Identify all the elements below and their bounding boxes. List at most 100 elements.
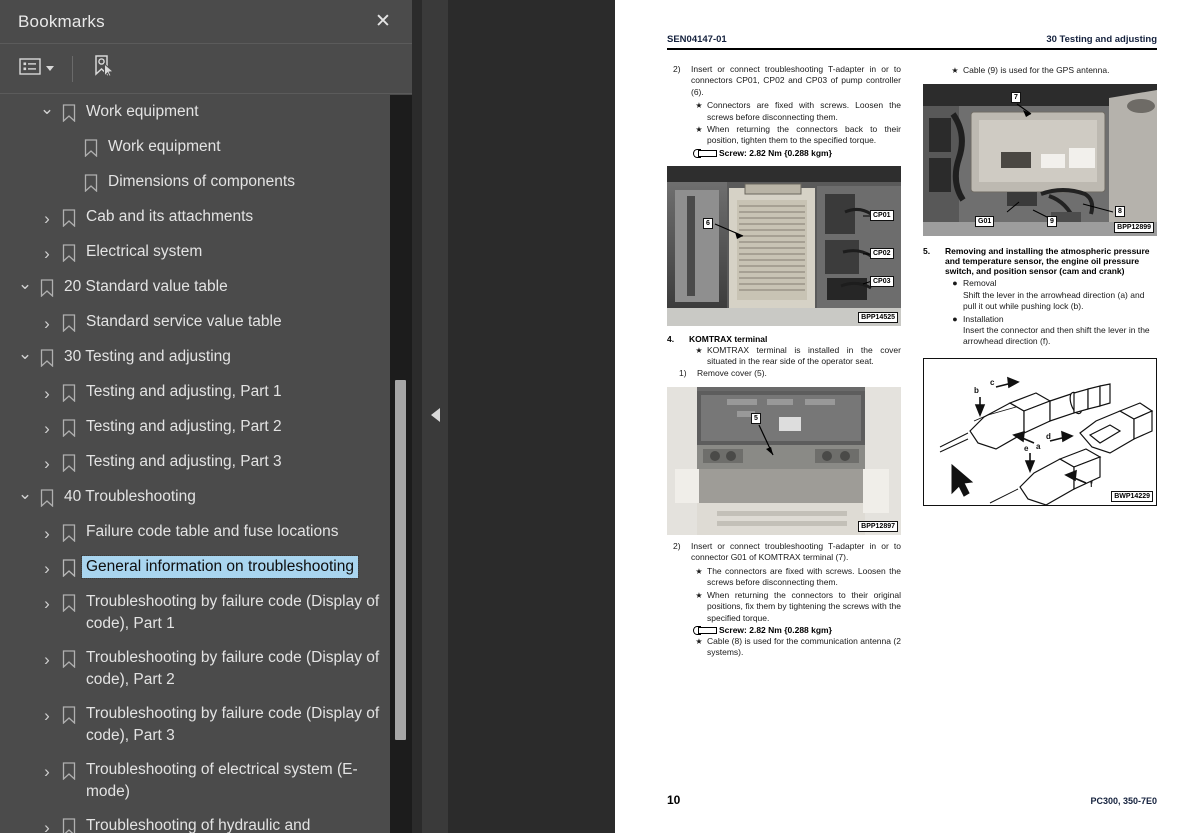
bookmark-icon [80,137,102,159]
bookmark-item[interactable]: › Troubleshooting by failure code (Displa… [0,641,390,697]
svg-text:a: a [1036,442,1041,451]
star-icon: ★ [951,66,959,75]
chevron-down-icon[interactable]: ⌄ [14,342,36,364]
figure-code: BPP12899 [1114,222,1154,234]
select-bookmark-button[interactable] [86,50,120,87]
bookmark-icon [80,172,102,194]
close-icon[interactable]: ✕ [370,9,396,35]
figure-komtrax-terminal: 7 8 9 G01 BPP12899 [923,84,1157,237]
bookmark-item[interactable]: › Testing and adjusting, Part 3 [0,445,390,480]
figure-connector-diagram: b c a e d f BWP14229 [923,357,1157,506]
bookmark-item[interactable]: Dimensions of components [0,165,390,200]
bookmark-item[interactable]: › Troubleshooting by failure code (Displa… [0,697,390,753]
bookmark-item[interactable]: › Testing and adjusting, Part 2 [0,410,390,445]
chevron-down-icon[interactable]: ⌄ [14,272,36,294]
bookmark-item[interactable]: ⌄ Work equipment [0,95,390,130]
installation-heading: Installation [963,313,1004,324]
chevron-down-icon[interactable]: ⌄ [14,482,36,504]
bookmark-item[interactable]: Work equipment [0,130,390,165]
bookmark-item[interactable]: › Cab and its attachments [0,200,390,235]
bullet-text: Connectors are fixed with screws. Loosen… [707,100,901,122]
bullet-item: ★ Connectors are fixed with screws. Loos… [691,100,901,123]
removal-item: ● Removal [947,278,1157,289]
bullet-dot-icon: ● [952,278,958,289]
bookmark-options-button[interactable] [14,54,59,84]
chevron-right-icon[interactable]: › [36,452,58,474]
bookmark-item[interactable]: ⌄ 40 Troubleshooting [0,480,390,515]
bookmark-item[interactable]: › Testing and adjusting, Part 1 [0,375,390,410]
panel-title: Bookmarks [18,11,105,31]
page-columns: 2) Insert or connect troubleshooting T-a… [667,64,1157,659]
bullet-text: Cable (8) is used for the communication … [707,635,901,658]
svg-text:f: f [1090,480,1093,489]
chevron-right-icon[interactable]: › [36,648,58,670]
bookmark-item[interactable]: ⌄ 20 Standard value table [0,270,390,305]
header-rule [667,48,1157,50]
figure-operator-cover: 5 BPP12897 [667,387,901,536]
removal-heading: Removal [963,278,997,289]
star-icon: ★ [695,566,703,576]
callout-cp03: CP03 [870,275,894,287]
section-5-items: ● Removal Shift the lever in the arrowhe… [923,278,1157,347]
bookmark-item[interactable]: › Failure code table and fuse locations [0,515,390,550]
bookmark-label: Dimensions of components [108,173,295,190]
bookmark-item[interactable]: › Troubleshooting of hydraulic and mechan… [0,809,390,833]
bookmark-label: Failure code table and fuse locations [86,523,339,540]
callout-g01: G01 [975,216,995,228]
bookmark-label: Troubleshooting by failure code (Display… [86,593,380,632]
bookmark-icon [58,648,80,670]
torque-value: Screw: 2.82 Nm {0.288 kgm} [719,624,832,635]
figure-code: BPP12897 [858,521,898,533]
callout-8: 8 [1115,206,1125,218]
bookmark-item[interactable]: › General information on troubleshooting [0,550,390,585]
bookmark-icon [36,277,58,299]
chevron-right-icon[interactable]: › [36,312,58,334]
collapse-sidebar-button[interactable] [423,398,447,432]
bookmark-item[interactable]: › Troubleshooting of electrical system (E… [0,753,390,809]
chevron-right-icon[interactable]: › [36,760,58,782]
chevron-right-icon[interactable]: › [36,207,58,229]
chevron-right-icon[interactable]: › [36,522,58,544]
star-icon: ★ [695,636,703,646]
bullet-text: When returning the connectors to their o… [707,589,901,623]
bookmark-item[interactable]: › Standard service value table [0,305,390,340]
chevron-right-icon[interactable]: › [36,704,58,726]
document-page: SEN04147-01 30 Testing and adjusting 2) … [615,0,1200,833]
chevron-right-icon[interactable]: › [36,242,58,264]
bullet-item: ★ Cable (9) is used for the GPS antenna. [947,65,1157,76]
bookmarks-header: Bookmarks ✕ [0,0,412,44]
bookmark-icon [58,760,80,782]
bookmark-icon [58,207,80,229]
chevron-right-icon[interactable]: › [36,417,58,439]
bookmark-item[interactable]: › Electrical system [0,235,390,270]
sidebar-scrollbar-track[interactable] [390,95,412,833]
chevron-right-icon[interactable]: › [36,557,58,579]
chevron-down-icon[interactable]: ⌄ [36,97,58,119]
section-5-heading: 5. Removing and installing the atmospher… [923,246,1157,276]
callout-5: 5 [751,413,761,425]
bullet-item: ★ Cable (8) is used for the communicatio… [691,636,901,659]
callout-cp01: CP01 [870,209,894,221]
bookmark-label: Cab and its attachments [86,208,254,225]
chevron-right-icon[interactable]: › [36,816,58,833]
bookmark-item[interactable]: › Troubleshooting by failure code (Displa… [0,585,390,641]
triangle-left-icon [430,408,440,422]
bookmark-item[interactable]: ⌄ 30 Testing and adjusting [0,340,390,375]
bookmark-icon [36,487,58,509]
sidebar-scrollbar-thumb[interactable] [395,380,406,740]
bookmark-icon [58,816,80,833]
svg-text:e: e [1024,444,1029,453]
chevron-right-icon[interactable]: › [36,592,58,614]
svg-text:c: c [990,378,995,387]
chevron-right-icon[interactable]: › [36,382,58,404]
torque-spec: Screw: 2.82 Nm {0.288 kgm} [667,625,901,635]
bookmark-label: Electrical system [86,243,203,260]
bookmark-icon [36,347,58,369]
step-2-number: 2) [673,64,681,74]
svg-text:d: d [1046,432,1051,441]
torque-spec: Screw: 2.82 Nm {0.288 kgm} [667,148,901,158]
bookmarks-tree-viewport[interactable]: ⌄ Work equipment Work equipment Dimensions … [0,95,412,833]
section-4-step-1: 1) Remove cover (5). [667,368,901,379]
bookmark-label: 30 Testing and adjusting [64,348,231,365]
wrench-torque-icon [693,625,717,635]
